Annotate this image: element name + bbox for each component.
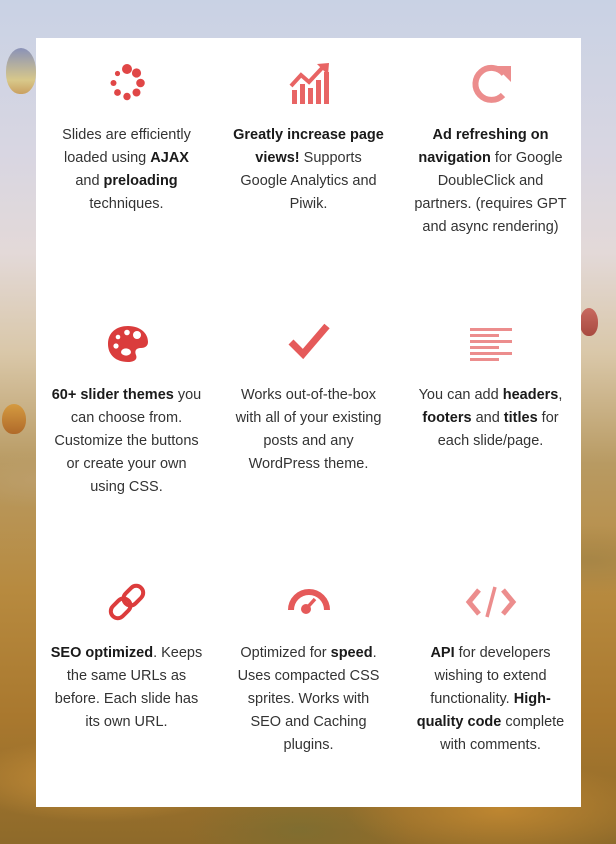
- feature-text-run: Optimized for: [240, 645, 331, 661]
- feature-text-run: and: [75, 173, 104, 189]
- checkmark-icon: [279, 320, 339, 368]
- feature-slider-themes: 60+ slider themes you can choose from. C…: [36, 320, 217, 499]
- feature-text: API for developers wishing to extend fun…: [400, 642, 581, 757]
- feature-text-run: ,: [558, 387, 563, 403]
- feature-out-of-box: Works out-of-the-box with all of your ex…: [218, 320, 399, 476]
- palette-icon: [97, 320, 157, 368]
- feature-text-bold: headers: [502, 387, 559, 403]
- feature-text-bold: titles: [503, 410, 538, 426]
- feature-text-run: you can choose from. Customize the butto…: [54, 387, 202, 495]
- feature-page-views: Greatly increase page views! Supports Go…: [218, 60, 399, 216]
- feature-text-bold: speed: [330, 645, 373, 661]
- feature-text-bold: footers: [422, 410, 472, 426]
- feature-text: Slides are efficiently loaded using AJAX…: [36, 124, 217, 216]
- feature-text-run: You can add: [418, 387, 503, 403]
- feature-speed: Optimized for speed. Uses compacted CSS …: [218, 578, 399, 757]
- feature-text: Works out-of-the-box with all of your ex…: [218, 384, 399, 476]
- spinner-icon: [97, 60, 157, 108]
- hot-air-balloon-image: [580, 308, 598, 336]
- feature-text: Ad refreshing on navigation for Google D…: [400, 124, 581, 239]
- feature-text-bold: API: [430, 645, 455, 661]
- feature-ajax-loading: Slides are efficiently loaded using AJAX…: [36, 60, 217, 216]
- feature-text-bold: 60+ slider themes: [51, 387, 174, 403]
- feature-text-bold: SEO optimized: [50, 645, 154, 661]
- feature-text: SEO optimized. Keeps the same URLs as be…: [36, 642, 217, 734]
- feature-api: API for developers wishing to extend fun…: [400, 578, 581, 757]
- feature-text-run: . Uses compacted CSS sprites. Works with…: [237, 645, 380, 753]
- feature-text-run: techniques.: [89, 196, 164, 212]
- feature-text-bold: AJAX: [150, 150, 189, 166]
- hot-air-balloon-image: [6, 48, 36, 94]
- code-icon: [461, 578, 521, 626]
- feature-headers-footers: You can add headers, footers and titles …: [400, 320, 581, 453]
- feature-text: Greatly increase page views! Supports Go…: [218, 124, 399, 216]
- features-panel: Slides are efficiently loaded using AJAX…: [36, 38, 581, 807]
- link-icon: [97, 578, 157, 626]
- growth-chart-icon: [279, 60, 339, 108]
- hot-air-balloon-image: [2, 404, 26, 434]
- feature-seo: SEO optimized. Keeps the same URLs as be…: [36, 578, 217, 734]
- feature-text-run: Works out-of-the-box with all of your ex…: [235, 387, 382, 472]
- feature-text: Optimized for speed. Uses compacted CSS …: [218, 642, 399, 757]
- feature-text: You can add headers, footers and titles …: [400, 384, 581, 453]
- feature-text-bold: preloading: [103, 173, 178, 189]
- speedometer-icon: [279, 578, 339, 626]
- text-align-icon: [461, 320, 521, 368]
- feature-ad-refresh: Ad refreshing on navigation for Google D…: [400, 60, 581, 239]
- feature-text: 60+ slider themes you can choose from. C…: [36, 384, 217, 499]
- feature-text-run: and: [471, 410, 504, 426]
- refresh-icon: [461, 60, 521, 108]
